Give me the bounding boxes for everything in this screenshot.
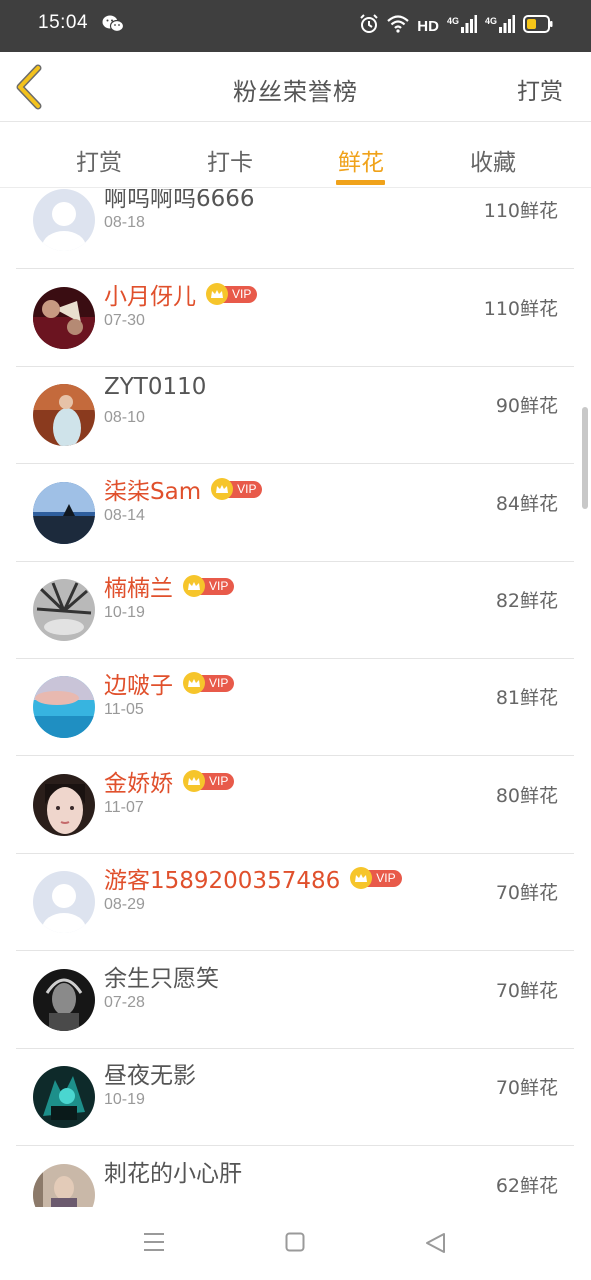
- fan-list[interactable]: 啊呜啊呜6666 08-18 110鲜花 小月伢儿 VIP 07-30 110鲜…: [0, 189, 591, 1207]
- crown-icon: [211, 478, 234, 500]
- list-item[interactable]: 小月伢儿 VIP 07-30 110鲜花: [16, 270, 574, 367]
- back-triangle-icon[interactable]: [424, 1232, 446, 1258]
- vip-badge: VIP: [183, 672, 235, 694]
- menu-icon[interactable]: [143, 1232, 165, 1256]
- flower-count: 70鲜花: [495, 882, 558, 904]
- fan-name: 金娇娇: [104, 771, 173, 797]
- flower-count: 90鲜花: [495, 395, 558, 417]
- avatar: [33, 676, 95, 738]
- fan-name: 啊呜啊呜6666: [104, 189, 255, 212]
- crown-icon: [183, 770, 205, 792]
- list-item[interactable]: 啊呜啊呜6666 08-18 110鲜花: [16, 189, 574, 269]
- signal-icon: [499, 15, 515, 37]
- avatar: [33, 969, 95, 1031]
- fan-date: 11-07: [104, 799, 144, 816]
- vip-badge: VIP: [183, 770, 235, 792]
- flower-count: 80鲜花: [495, 785, 558, 807]
- fan-name: 余生只愿笑: [104, 966, 219, 992]
- list-item[interactable]: 昼夜无影 10-19 70鲜花: [16, 1049, 574, 1146]
- fan-date: 08-14: [104, 507, 145, 524]
- fan-name: 柒柒Sam: [104, 479, 202, 505]
- fan-date: 11-05: [104, 701, 144, 718]
- vip-badge: VIP: [206, 283, 258, 305]
- crown-icon: [183, 672, 205, 694]
- fan-date: 07-28: [104, 994, 145, 1011]
- signal-icon: [460, 15, 477, 37]
- list-item[interactable]: 刺花的小心肝 62鲜花: [16, 1147, 574, 1207]
- status-time: 15:04: [38, 12, 89, 33]
- list-item[interactable]: 楠楠兰 VIP 10-19 82鲜花: [16, 562, 574, 659]
- fan-date: 08-29: [104, 896, 145, 913]
- fan-name: 游客1589200357486: [104, 868, 341, 894]
- avatar: [33, 482, 95, 544]
- flower-count: 62鲜花: [495, 1175, 558, 1197]
- list-item[interactable]: 余生只愿笑 07-28 70鲜花: [16, 952, 574, 1049]
- fan-date: 07-30: [104, 312, 145, 329]
- tab-favorites[interactable]: 收藏: [438, 143, 548, 177]
- flower-count: 70鲜花: [495, 1077, 558, 1099]
- fan-name: 刺花的小心肝: [104, 1161, 242, 1187]
- list-item[interactable]: 金娇娇 VIP 11-07 80鲜花: [16, 757, 574, 854]
- avatar: [33, 579, 95, 641]
- avatar: [33, 189, 95, 251]
- reward-button[interactable]: 打赏: [517, 72, 563, 106]
- flower-count: 82鲜花: [495, 590, 558, 612]
- list-item[interactable]: 柒柒Sam VIP 08-14 84鲜花: [16, 465, 574, 562]
- fan-date: 08-18: [104, 214, 145, 231]
- hd-indicator: HD: [417, 17, 439, 35]
- network-type-2: 4G: [484, 16, 497, 26]
- fan-date: 10-19: [104, 604, 145, 621]
- flower-count: 110鲜花: [483, 298, 558, 320]
- vip-badge: VIP: [211, 478, 263, 500]
- tab-reward[interactable]: 打赏: [44, 143, 154, 177]
- flower-count: 81鲜花: [495, 687, 558, 709]
- vip-badge: VIP: [350, 867, 402, 889]
- tab-flowers[interactable]: 鲜花: [306, 143, 416, 177]
- home-icon[interactable]: [285, 1232, 305, 1256]
- fan-name: 楠楠兰: [104, 576, 173, 602]
- crown-icon: [183, 575, 205, 597]
- battery-icon: [523, 15, 553, 37]
- fan-name: ZYT0110: [104, 374, 207, 400]
- avatar: [33, 287, 95, 349]
- fan-date: 10-19: [104, 1091, 145, 1108]
- avatar: [33, 1066, 95, 1128]
- alarm-icon: [359, 14, 379, 38]
- crown-icon: [206, 283, 228, 305]
- fan-name: 小月伢儿: [104, 284, 196, 310]
- fan-name: 昼夜无影: [104, 1063, 196, 1089]
- fan-date: 08-10: [104, 409, 145, 426]
- scrollbar[interactable]: [582, 407, 588, 509]
- flower-count: 110鲜花: [483, 200, 558, 222]
- status-bar: 15:04 HD 4G 4G: [0, 0, 591, 52]
- list-item[interactable]: 游客1589200357486 VIP 08-29 70鲜花: [16, 854, 574, 951]
- page-title: 粉丝荣誉榜: [233, 78, 358, 106]
- system-nav-bar: [0, 1208, 591, 1280]
- list-item[interactable]: 边啵子 VIP 11-05 81鲜花: [16, 659, 574, 756]
- flower-count: 84鲜花: [495, 493, 558, 515]
- flower-count: 70鲜花: [495, 980, 558, 1002]
- network-type-1: 4G: [446, 16, 459, 26]
- avatar: [33, 384, 95, 446]
- wifi-icon: [387, 15, 410, 37]
- wechat-icon: [102, 14, 125, 38]
- tab-bar: 打赏 打卡 鲜花 收藏: [0, 123, 591, 188]
- avatar: [33, 774, 95, 836]
- vip-badge: VIP: [183, 575, 235, 597]
- tab-checkin[interactable]: 打卡: [175, 143, 285, 177]
- header-bar: 粉丝荣誉榜 打赏: [0, 52, 591, 122]
- avatar: [33, 871, 95, 933]
- avatar: [33, 1164, 95, 1207]
- active-tab-indicator: [336, 180, 385, 185]
- list-item[interactable]: ZYT0110 08-10 90鲜花: [16, 367, 574, 464]
- fan-name: 边啵子: [104, 673, 173, 699]
